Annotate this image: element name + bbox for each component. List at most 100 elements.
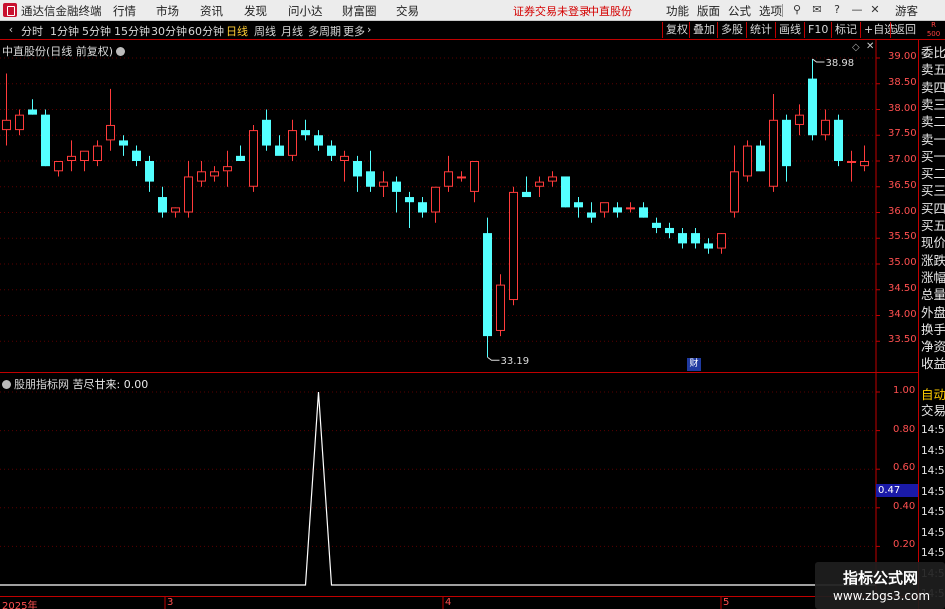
minimize-icon[interactable]: —	[850, 3, 864, 17]
period-multi[interactable]: 多周期	[308, 23, 341, 39]
quote-field-label[interactable]: 卖五	[921, 62, 945, 77]
period-daily[interactable]: 日线	[226, 23, 248, 39]
period-15min[interactable]: 15分钟	[114, 23, 150, 39]
quote-field-label[interactable]: 买二	[921, 166, 945, 181]
candle	[366, 150, 375, 192]
main-y-tick-label: 38.00	[888, 102, 917, 114]
candle	[444, 155, 453, 192]
message-icon[interactable]: ✉	[810, 3, 824, 17]
main-chart-header[interactable]: 中直股份(日线 前复权)	[2, 43, 126, 59]
quote-field-label[interactable]: 买五	[921, 218, 945, 233]
menu-functions[interactable]: 功能	[666, 3, 689, 19]
help-icon[interactable]: ?	[830, 3, 844, 17]
candle	[548, 171, 557, 187]
sub-y-tick-label: 0.40	[893, 500, 916, 512]
quote-field-label[interactable]: 买三	[921, 183, 945, 198]
period-1min[interactable]: 1分钟	[50, 23, 79, 39]
period-more[interactable]: 更多	[343, 23, 365, 39]
main-y-tick-label: 33.50	[888, 334, 917, 346]
quote-field-label[interactable]: 收益	[921, 356, 945, 371]
candle	[327, 140, 336, 161]
multi-stock-button[interactable]: 多股	[717, 22, 746, 38]
adjust-button[interactable]: 复权	[662, 22, 691, 38]
period-weekly[interactable]: 周线	[254, 23, 276, 39]
quote-field-label[interactable]: 卖一	[921, 132, 945, 147]
login-status[interactable]: 证券交易未登录	[513, 3, 590, 19]
sub-y-tick-label: 0.80	[893, 423, 916, 435]
menu-wealth[interactable]: 财富圈	[342, 3, 377, 19]
app-logo-icon	[3, 3, 17, 17]
x-axis-year: 2025年	[2, 601, 38, 609]
menu-trade[interactable]: 交易	[396, 3, 419, 19]
quote-field-label[interactable]: 委比	[921, 45, 945, 60]
settings-dot-icon[interactable]	[2, 380, 11, 389]
overlay-button[interactable]: 叠加	[689, 22, 718, 38]
quote-field-label[interactable]: 卖四	[921, 80, 945, 95]
menu-options[interactable]: 选项	[759, 3, 782, 19]
quote-field-label[interactable]: 卖二	[921, 114, 945, 129]
period-timeshare[interactable]: 分时	[21, 23, 43, 39]
r500-badge: R 500	[926, 21, 941, 38]
close-icon[interactable]: ✕	[868, 3, 882, 17]
period-60min[interactable]: 60分钟	[188, 23, 224, 39]
candle-body	[743, 145, 752, 177]
candle	[626, 202, 635, 213]
quote-field-label[interactable]: 现价	[921, 235, 945, 250]
quote-panel[interactable]: 委比卖五卖四卖三卖二卖一买一买二买三买四买五现价涨跌涨幅总量外盘换手净资收益 自…	[918, 40, 945, 609]
candle-body	[353, 161, 362, 177]
candle-body	[600, 202, 609, 213]
main-chart-title: 中直股份(日线 前复权)	[2, 45, 114, 58]
auto-trade-label-2[interactable]: 交易	[921, 403, 945, 418]
f10-button[interactable]: F10	[804, 22, 831, 38]
period-30min[interactable]: 30分钟	[151, 23, 187, 39]
auto-trade-label-1[interactable]: 自动	[921, 387, 945, 402]
financial-event-badge[interactable]: 财	[687, 358, 701, 371]
back-button[interactable]: 返回	[890, 22, 919, 38]
candlestick-chart[interactable]: 38.98 33.19	[0, 40, 918, 373]
quote-field-label[interactable]: 涨幅	[921, 270, 945, 285]
period-monthly[interactable]: 月线	[281, 23, 303, 39]
quote-field-label[interactable]: 外盘	[921, 305, 945, 320]
candle	[2, 73, 11, 146]
nav-left-icon[interactable]: ‹	[4, 23, 18, 37]
candle	[106, 88, 115, 151]
candle	[743, 140, 752, 182]
candle-body	[210, 171, 219, 177]
guest-user[interactable]: 游客	[895, 3, 918, 19]
menu-market[interactable]: 市场	[156, 3, 179, 19]
titlebar-divider	[782, 4, 783, 17]
candle-body	[561, 176, 570, 208]
sub-chart-header[interactable]: 股朋指标网 苦尽甘来: 0.00	[2, 376, 148, 392]
statistics-button[interactable]: 统计	[746, 22, 775, 38]
menu-formula[interactable]: 公式	[728, 3, 751, 19]
quote-field-label[interactable]: 换手	[921, 322, 945, 337]
menu-layout[interactable]: 版面	[697, 3, 720, 19]
mark-button[interactable]: 标记	[831, 22, 860, 38]
settings-dot-icon[interactable]	[116, 47, 126, 56]
quote-field-label[interactable]: 买一	[921, 149, 945, 164]
candle-body	[496, 284, 505, 331]
chevron-right-icon[interactable]: ›	[367, 23, 371, 36]
candle-body	[366, 171, 375, 187]
quote-field-label[interactable]: 总量	[921, 287, 945, 302]
quote-field-label[interactable]: 净资	[921, 339, 945, 354]
candle-body	[223, 166, 232, 172]
diamond-icon[interactable]: ◇	[852, 42, 860, 53]
menu-news[interactable]: 资讯	[200, 3, 223, 19]
quote-field-label[interactable]: 卖三	[921, 97, 945, 112]
candle-body	[652, 222, 661, 228]
indicator-chart[interactable]	[0, 373, 918, 596]
search-icon[interactable]: ⚲	[790, 3, 804, 17]
menu-assistant[interactable]: 问小达	[288, 3, 323, 19]
period-5min[interactable]: 5分钟	[82, 23, 111, 39]
candle	[275, 135, 284, 156]
tick-time: 14:56	[921, 506, 945, 518]
candle-body	[171, 207, 180, 213]
chart-close-icon[interactable]: ✕	[866, 41, 876, 53]
menu-discover[interactable]: 发现	[244, 3, 267, 19]
quote-field-label[interactable]: 涨跌	[921, 253, 945, 268]
menu-quotes[interactable]: 行情	[113, 3, 136, 19]
candle	[28, 99, 37, 115]
quote-field-label[interactable]: 买四	[921, 201, 945, 216]
draw-button[interactable]: 画线	[775, 22, 804, 38]
